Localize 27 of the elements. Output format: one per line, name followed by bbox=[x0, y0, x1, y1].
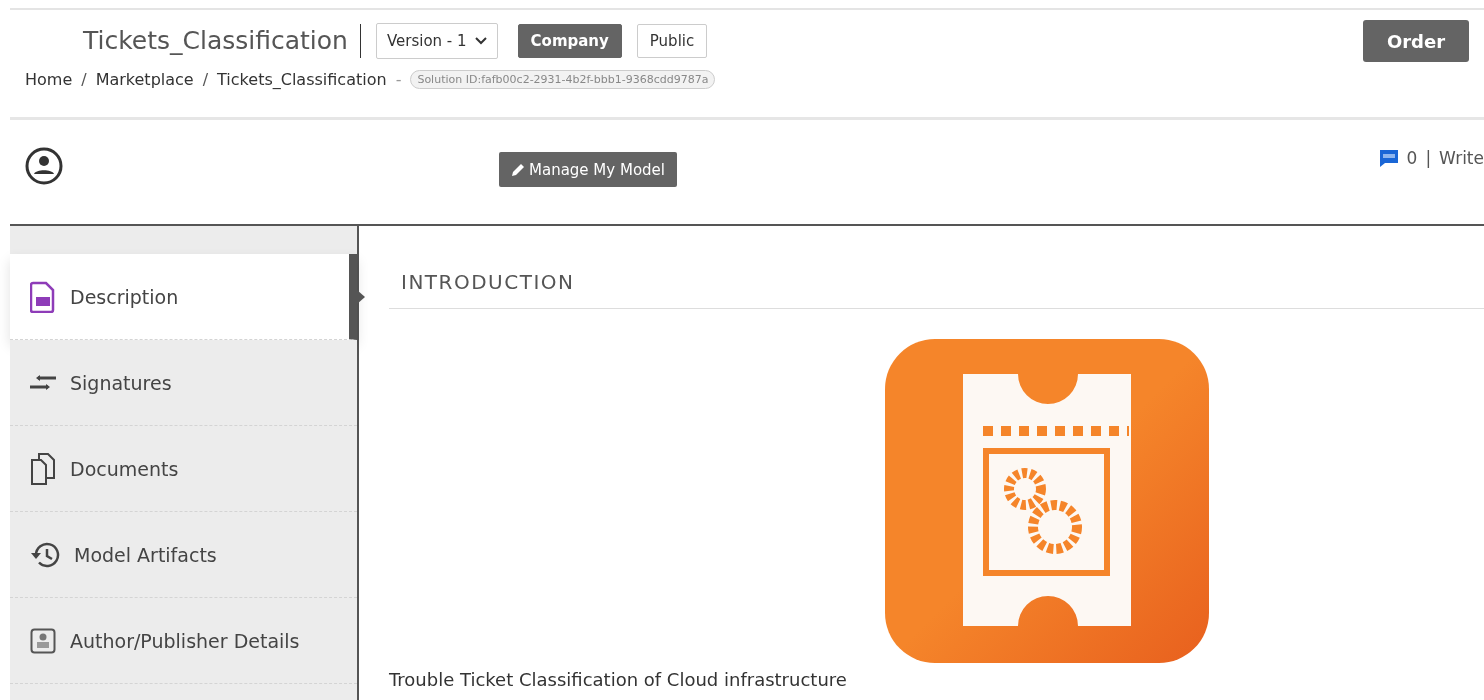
section-heading: INTRODUCTION bbox=[389, 270, 1484, 309]
visibility-toggle[interactable]: Public bbox=[636, 24, 708, 58]
description-text: Trouble Ticket Classification of Cloud infrastructure bbox=[389, 669, 848, 690]
breadcrumb-separator: / bbox=[202, 70, 209, 89]
history-icon bbox=[30, 540, 60, 569]
pencil-icon bbox=[511, 162, 525, 177]
breadcrumb-link[interactable]: Home bbox=[25, 70, 73, 89]
user-avatar-icon bbox=[24, 146, 64, 186]
contact-card-icon bbox=[30, 627, 56, 654]
visibility-toggle[interactable]: Company bbox=[517, 24, 622, 58]
version-dropdown[interactable]: Version - 1 bbox=[375, 23, 498, 59]
manage-model-button[interactable]: Manage My Model bbox=[499, 152, 677, 187]
chevron-down-icon bbox=[474, 37, 487, 45]
separator: | bbox=[1425, 148, 1432, 168]
write-link[interactable]: Write bbox=[1439, 148, 1484, 168]
solution-id-badge: Solution ID:fafb00c2-2931-4b2f-bbb1-9368cdd9787a bbox=[410, 70, 716, 89]
order-button[interactable]: Order bbox=[1363, 20, 1469, 62]
comment-count: 0 bbox=[1406, 148, 1418, 168]
exchange-icon bbox=[30, 374, 56, 391]
breadcrumb-separator: / bbox=[81, 70, 87, 89]
breadcrumb-link[interactable]: Marketplace bbox=[95, 70, 194, 89]
documents-icon bbox=[30, 452, 56, 485]
breadcrumb-dash: - bbox=[395, 70, 402, 89]
comment-icon bbox=[1378, 148, 1399, 168]
document-icon bbox=[30, 280, 56, 313]
breadcrumb-link[interactable]: Tickets_Classification bbox=[217, 70, 387, 89]
page-title: Tickets_Classification bbox=[83, 24, 361, 58]
